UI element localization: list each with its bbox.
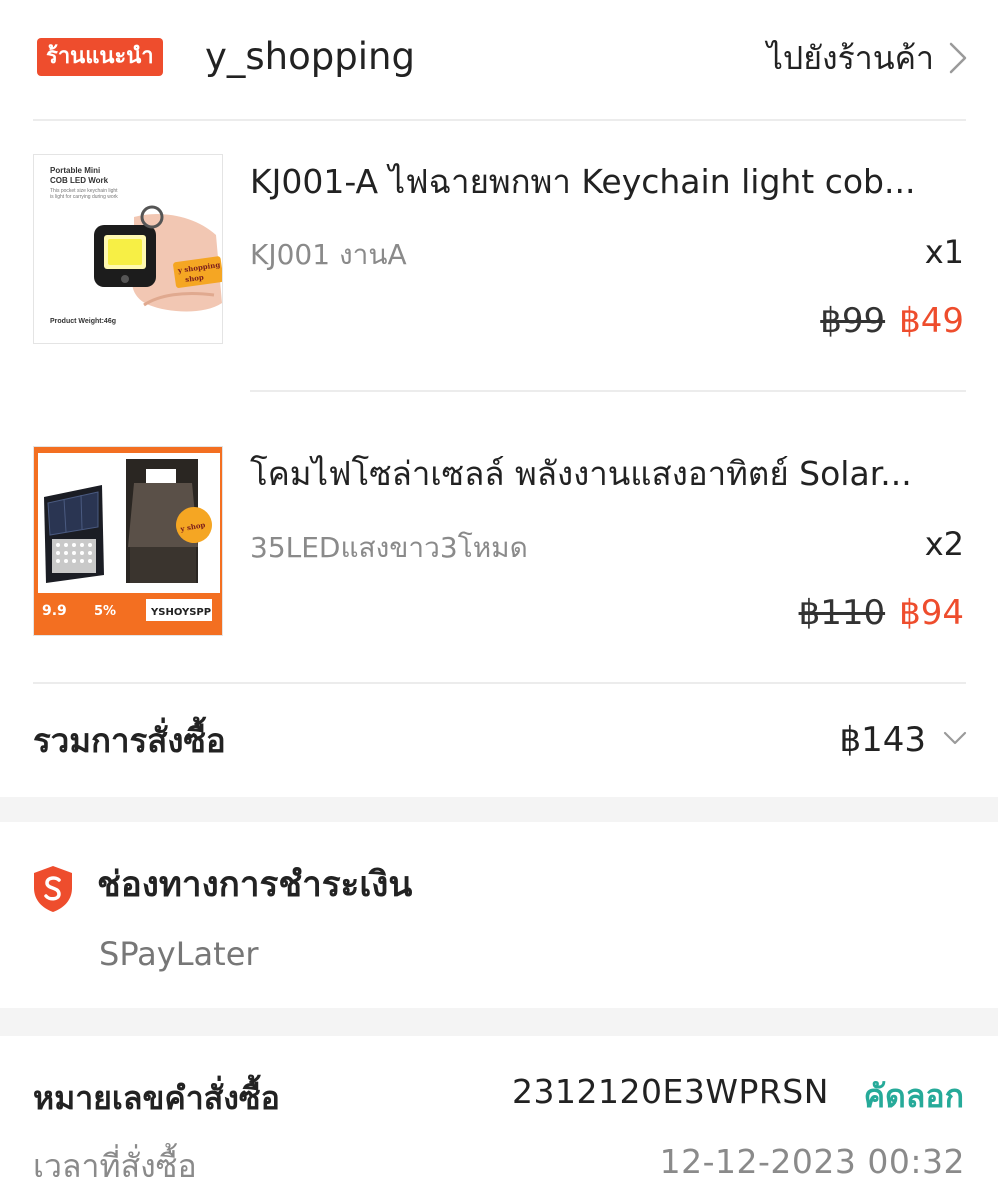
divider (33, 119, 966, 121)
promo-discount: 5% (94, 604, 116, 619)
order-time: 12-12-2023 00:32 (659, 1142, 965, 1181)
product-name: KJ001-A ไฟฉายพกพา Keychain light cob... (250, 162, 916, 201)
shop-name[interactable]: y_shopping (205, 34, 415, 80)
go-to-shop-link[interactable]: ไปยังร้านค้า (767, 36, 968, 80)
product-name: โคมไฟโซล่าเซลล์ พลังงานแสงอาทิตย์ Solar.… (250, 454, 912, 493)
recommended-shop-badge: ร้านแนะนำ (37, 38, 163, 76)
section-separator (0, 797, 998, 822)
original-price: ฿110 (798, 593, 886, 633)
promo-code: YSHOYSPP (150, 607, 211, 618)
product-quantity: x2 (924, 525, 964, 563)
payment-method: SPayLater (99, 935, 259, 973)
product-item[interactable]: y shop 9.9 5% YSHOYSPP โคมไฟโซล่าเซลล์ พ… (0, 442, 998, 642)
product-thumbnail: Portable Mini COB LED Work This pocket s… (33, 154, 223, 344)
product-variant: 35LEDแสงขาว3โหมด (250, 531, 528, 564)
go-to-shop-label: ไปยังร้านค้า (766, 39, 934, 77)
divider (250, 390, 966, 392)
promo-date: 9.9 (42, 603, 67, 619)
product-variant: KJ001 งานA (250, 238, 407, 271)
product-quantity: x1 (924, 233, 964, 271)
chevron-down-icon (943, 731, 967, 745)
order-total-label: รวมการสั่งซื้อ (33, 721, 226, 760)
keychain-light-image: Portable Mini COB LED Work This pocket s… (34, 155, 222, 343)
copy-order-number-button[interactable]: คัดลอก (864, 1074, 964, 1118)
order-number: 2312120E3WPRSN (512, 1072, 829, 1111)
product-item[interactable]: Portable Mini COB LED Work This pocket s… (0, 150, 998, 350)
order-info-section: หมายเลขคำสั่งซื้อ 2312120E3WPRSN คัดลอก … (0, 1036, 998, 1200)
sale-price: ฿94 (899, 593, 964, 633)
order-total-value: ฿143 (839, 720, 926, 760)
order-number-label: หมายเลขคำสั่งซื้อ (33, 1079, 280, 1117)
thumb-title2: COB LED Work (50, 176, 109, 185)
payment-section[interactable]: ช่องทางการชำระเงิน SPayLater (0, 822, 998, 1008)
original-price: ฿99 (820, 301, 886, 341)
order-time-label: เวลาที่สั่งซื้อ (33, 1147, 197, 1185)
thumb-title1: Portable Mini (50, 166, 100, 175)
thumb-weight: Product Weight:46g (50, 318, 116, 325)
shield-icon (34, 866, 72, 912)
product-thumbnail: y shop 9.9 5% YSHOYSPP (33, 446, 223, 636)
section-separator (0, 1008, 998, 1036)
payment-title: ช่องทางการชำระเงิน (97, 865, 413, 905)
product-price: ฿110 ฿94 (799, 590, 964, 636)
solar-light-image: y shop 9.9 5% YSHOYSPP (34, 447, 222, 635)
sale-price: ฿49 (899, 301, 964, 341)
product-price: ฿99 ฿49 (820, 298, 964, 344)
chevron-right-icon (949, 42, 967, 74)
order-total-row[interactable]: รวมการสั่งซื้อ ฿143 (0, 683, 998, 797)
shop-header: ร้านแนะนำ y_shopping ไปยังร้านค้า (0, 0, 998, 120)
thumb-desc2: is light for carrying during work (50, 194, 118, 200)
